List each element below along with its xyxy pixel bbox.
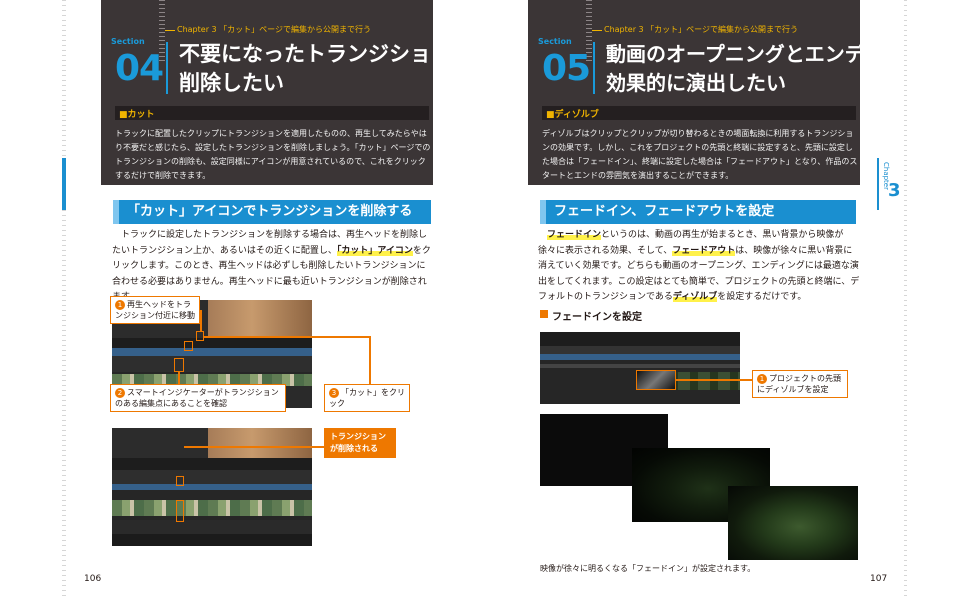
title-divider bbox=[593, 42, 595, 94]
timeline-toolbar-2 bbox=[112, 458, 312, 470]
page-tabs-bar bbox=[112, 534, 312, 546]
highlight-box-indicator bbox=[174, 358, 184, 372]
section-header-box: Chapter 3 「カット」ページで編集から公開まで行う Section 05… bbox=[528, 0, 943, 185]
timeline-toolbar-3 bbox=[540, 332, 740, 346]
heading-bar: フェードイン、フェードアウトを設定 bbox=[540, 200, 856, 224]
highlight-box-playhead bbox=[184, 341, 193, 351]
chapter-rule bbox=[592, 30, 602, 31]
timeline-toolbar bbox=[112, 338, 312, 348]
keyword-bar: ■ディゾルブ bbox=[542, 106, 856, 120]
keyword-tag: ■カット bbox=[119, 110, 155, 120]
frame-full bbox=[728, 486, 858, 560]
body-highlight-fadein: フェードイン bbox=[547, 230, 602, 240]
upper-track-3 bbox=[540, 354, 740, 360]
mid-track bbox=[112, 356, 312, 372]
callout-1: 1 再生ヘッドをトランジション付近に移動 bbox=[110, 296, 200, 324]
callout-dissolve-text: プロジェクトの先頭にディゾルブを設定 bbox=[757, 374, 841, 394]
dissolve-transition-box bbox=[636, 370, 676, 390]
section-title-line2: 削除したい bbox=[179, 71, 284, 95]
chapter-tab: Chapter 3 bbox=[877, 158, 901, 210]
callout-3-text: 「カット」をクリック bbox=[329, 388, 405, 408]
book-spread: Chapter 3 「カット」ページで編集から公開まで行う Section 04… bbox=[0, 0, 970, 600]
section-title-line1: 動画のオープニングとエンディングを bbox=[606, 42, 944, 66]
title-divider bbox=[166, 42, 168, 94]
callout-3-number: 3 bbox=[329, 388, 339, 398]
section-title-line2: 効果的に演出したい bbox=[606, 71, 786, 95]
callout-3: 3 「カット」をクリック bbox=[324, 384, 410, 412]
figure-caption: 映像が徐々に明るくなる「フェードイン」が設定されます。 bbox=[540, 564, 756, 573]
callout-dissolve-number: 1 bbox=[757, 374, 767, 384]
callout-2-text: スマートインジケーターがトランジションのある編集点にあることを確認 bbox=[115, 388, 279, 408]
body-paragraph: フェードインというのは、動画の再生が始まるとき、黒い背景から映像が徐々に表示され… bbox=[538, 228, 860, 306]
callout-1-number: 1 bbox=[115, 300, 125, 310]
section-title-line1: 不要になったトランジションを bbox=[179, 42, 473, 66]
keyword-bar: ■カット bbox=[115, 106, 429, 120]
chapter-line: Chapter 3 「カット」ページで編集から公開まで行う bbox=[604, 25, 798, 34]
section-number: 04 bbox=[115, 48, 164, 89]
chapter-tab-number: 3 bbox=[888, 180, 901, 201]
clip-thumbnails-2 bbox=[112, 500, 312, 516]
upper-track bbox=[112, 348, 312, 356]
leader-line-dissolve bbox=[676, 379, 752, 381]
section-number: 05 bbox=[542, 48, 591, 89]
leader-line-3b bbox=[369, 336, 371, 386]
leader-line-4 bbox=[184, 446, 324, 448]
callout-2-number: 2 bbox=[115, 388, 125, 398]
chapter-rule bbox=[165, 30, 175, 31]
subheading: フェードインを設定 bbox=[540, 308, 642, 323]
callout-dissolve: 1 プロジェクトの先頭にディゾルブを設定 bbox=[752, 370, 848, 398]
leader-line-1 bbox=[200, 310, 202, 332]
right-page: Chapter 3 「カット」ページで編集から公開まで行う Section 05… bbox=[486, 0, 943, 600]
callout-1-text: 再生ヘッドをトランジション付近に移動 bbox=[115, 300, 195, 320]
section-intro: ディゾルブはクリップとクリップが切り替わるときの場面転換に利用するトランジション… bbox=[542, 129, 858, 180]
chapter-line: Chapter 3 「カット」ページで編集から公開まで行う bbox=[177, 25, 371, 34]
leader-line-2 bbox=[178, 372, 180, 385]
keyword-tag: ■ディゾルブ bbox=[546, 110, 599, 120]
body-highlight: 「カット」アイコン bbox=[336, 245, 413, 256]
highlight-box-after-1 bbox=[176, 476, 184, 486]
screenshot-dissolve-timeline bbox=[540, 332, 740, 404]
leader-line-3a bbox=[204, 336, 370, 338]
body-highlight-dissolve: ディゾルブ bbox=[672, 292, 718, 302]
page-number-right: 107 bbox=[870, 574, 888, 584]
section-label: Section bbox=[111, 37, 145, 46]
section-title: 不要になったトランジションを 削除したい bbox=[179, 40, 473, 98]
upper-track-2 bbox=[112, 484, 312, 490]
heading-bar: 「カット」アイコンでトランジションを削除する bbox=[113, 200, 431, 224]
viewer-area-2 bbox=[112, 428, 312, 458]
left-page: Chapter 3 「カット」ページで編集から公開まで行う Section 04… bbox=[66, 0, 486, 600]
callout-4: トランジションが削除される bbox=[324, 428, 396, 458]
lower-track-2 bbox=[112, 520, 312, 534]
section-title: 動画のオープニングとエンディングを 効果的に演出したい bbox=[606, 40, 943, 98]
body-paragraph: トラックに設定したトランジションを削除する場合は、再生ヘッドを削除したいトランジ… bbox=[112, 228, 434, 306]
highlight-box-after-2 bbox=[176, 500, 184, 522]
section-header-box: Chapter 3 「カット」ページで編集から公開まで行う Section 04… bbox=[101, 0, 473, 185]
section-intro: トラックに配置したクリップにトランジションを適用したものの、再生してみたらやはり… bbox=[115, 129, 431, 180]
marker-track bbox=[540, 364, 740, 368]
highlight-box-cut-icon bbox=[196, 331, 204, 341]
section-label: Section bbox=[538, 37, 572, 46]
ruler-track bbox=[540, 346, 740, 354]
page-number-left: 106 bbox=[84, 574, 102, 584]
body-highlight-fadeout: フェードアウト bbox=[672, 245, 736, 256]
body-text-c: を設定するだけです。 bbox=[717, 292, 807, 302]
mid-track-2 bbox=[112, 470, 312, 484]
callout-2: 2 スマートインジケーターがトランジションのある編集点にあることを確認 bbox=[110, 384, 286, 412]
